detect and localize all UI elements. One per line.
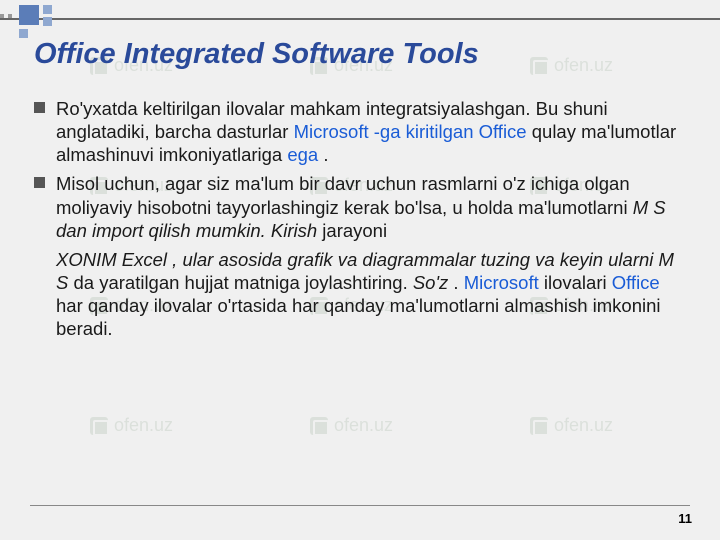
link-text: Office bbox=[612, 272, 660, 293]
bullet-item: Misol uchun, agar siz ma'lum bir davr uc… bbox=[30, 172, 690, 241]
link-text: ega bbox=[287, 144, 323, 165]
page-number: 11 bbox=[678, 511, 692, 526]
link-text: Microsoft bbox=[464, 272, 539, 293]
bullet-list: Ro'yxatda keltirilgan ilovalar mahkam in… bbox=[30, 97, 690, 242]
slide-title: Office Integrated Software Tools bbox=[34, 38, 690, 71]
continuation-paragraph: XONIM Excel , ular asosida grafik va dia… bbox=[30, 248, 690, 341]
slide-content: Office Integrated Software Tools Ro'yxat… bbox=[0, 0, 720, 340]
bullet-item: Ro'yxatda keltirilgan ilovalar mahkam in… bbox=[30, 97, 690, 166]
footer-divider bbox=[30, 505, 690, 506]
link-text: Microsoft -ga kiritilgan Office bbox=[294, 121, 527, 142]
